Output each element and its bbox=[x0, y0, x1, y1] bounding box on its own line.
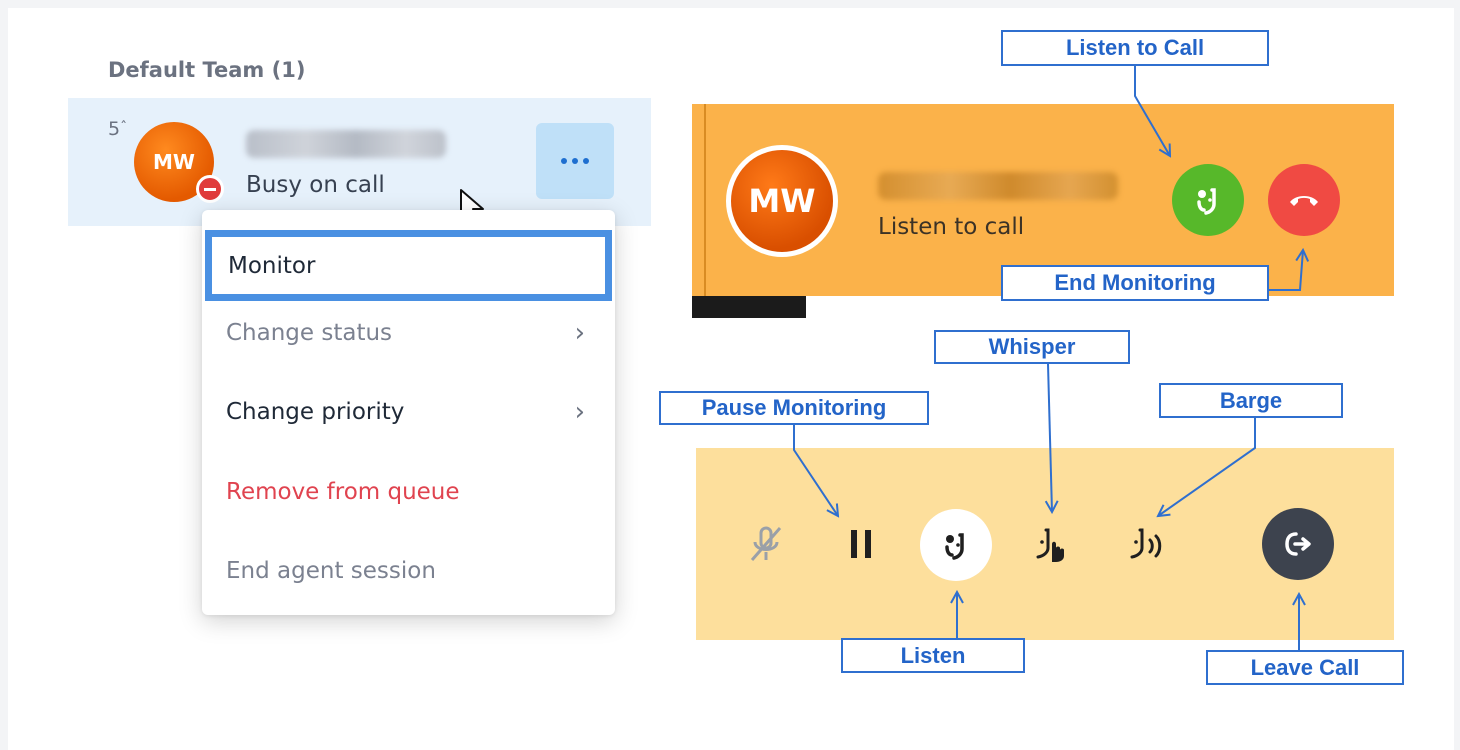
menu-item-change-status[interactable]: Change status › bbox=[202, 303, 615, 363]
chevron-right-icon: › bbox=[574, 397, 585, 427]
pause-monitoring-button[interactable] bbox=[844, 522, 878, 566]
listen-to-call-button[interactable] bbox=[1172, 164, 1244, 236]
priority-chevron-icon: ˆ bbox=[120, 120, 128, 136]
callout-end-monitoring: End Monitoring bbox=[1001, 265, 1269, 301]
headset-listen-icon bbox=[1197, 188, 1216, 215]
dot-icon bbox=[572, 158, 578, 164]
menu-item-end-agent-session[interactable]: End agent session bbox=[202, 541, 615, 601]
callout-barge: Barge bbox=[1159, 383, 1343, 418]
dot-icon bbox=[561, 158, 567, 164]
agent-name-blurred bbox=[246, 130, 446, 158]
banner-dark-strip bbox=[692, 296, 806, 318]
callout-leave-call: Leave Call bbox=[1206, 650, 1404, 685]
chevron-right-icon: › bbox=[574, 318, 585, 348]
agent-priority: 5ˆ bbox=[108, 118, 127, 140]
callout-pause-monitoring: Pause Monitoring bbox=[659, 391, 929, 425]
leave-call-icon bbox=[1285, 532, 1311, 556]
barge-button[interactable] bbox=[1124, 522, 1174, 566]
callout-listen-to-call: Listen to Call bbox=[1001, 30, 1269, 66]
menu-item-label: Change priority bbox=[226, 399, 405, 425]
dot-icon bbox=[583, 158, 589, 164]
callout-listen: Listen bbox=[841, 638, 1025, 673]
menu-item-monitor[interactable]: Monitor bbox=[205, 230, 612, 301]
callout-whisper: Whisper bbox=[934, 330, 1130, 364]
banner-status: Listen to call bbox=[878, 214, 1025, 240]
whisper-icon bbox=[1036, 528, 1064, 562]
headset-listen-icon bbox=[945, 533, 964, 560]
menu-item-label: Change status bbox=[226, 320, 393, 346]
team-title: Default Team (1) bbox=[108, 58, 306, 82]
leave-call-button[interactable] bbox=[1262, 508, 1334, 580]
busy-status-icon bbox=[196, 175, 224, 203]
menu-item-label: End agent session bbox=[226, 558, 436, 584]
menu-item-change-priority[interactable]: Change priority › bbox=[202, 382, 615, 442]
whisper-button[interactable] bbox=[1030, 522, 1074, 566]
more-options-button[interactable] bbox=[536, 123, 614, 199]
end-monitoring-button[interactable] bbox=[1268, 164, 1340, 236]
microphone-off-icon bbox=[750, 526, 782, 561]
hang-up-icon bbox=[1290, 196, 1318, 206]
listen-button[interactable] bbox=[920, 509, 992, 581]
mute-button[interactable] bbox=[744, 522, 788, 566]
agent-status: Busy on call bbox=[246, 172, 385, 198]
menu-item-label: Monitor bbox=[228, 252, 316, 279]
agent-context-menu: Monitor Change status › Change priority … bbox=[202, 210, 615, 615]
priority-value: 5 bbox=[108, 118, 121, 140]
pause-icon bbox=[851, 530, 871, 558]
barge-icon bbox=[1130, 528, 1162, 559]
banner-divider bbox=[704, 104, 706, 296]
menu-item-label: Remove from queue bbox=[226, 479, 460, 505]
banner-avatar: MW bbox=[726, 145, 838, 257]
banner-agent-name-blurred bbox=[878, 172, 1118, 200]
menu-item-remove-from-queue[interactable]: Remove from queue bbox=[202, 462, 615, 522]
